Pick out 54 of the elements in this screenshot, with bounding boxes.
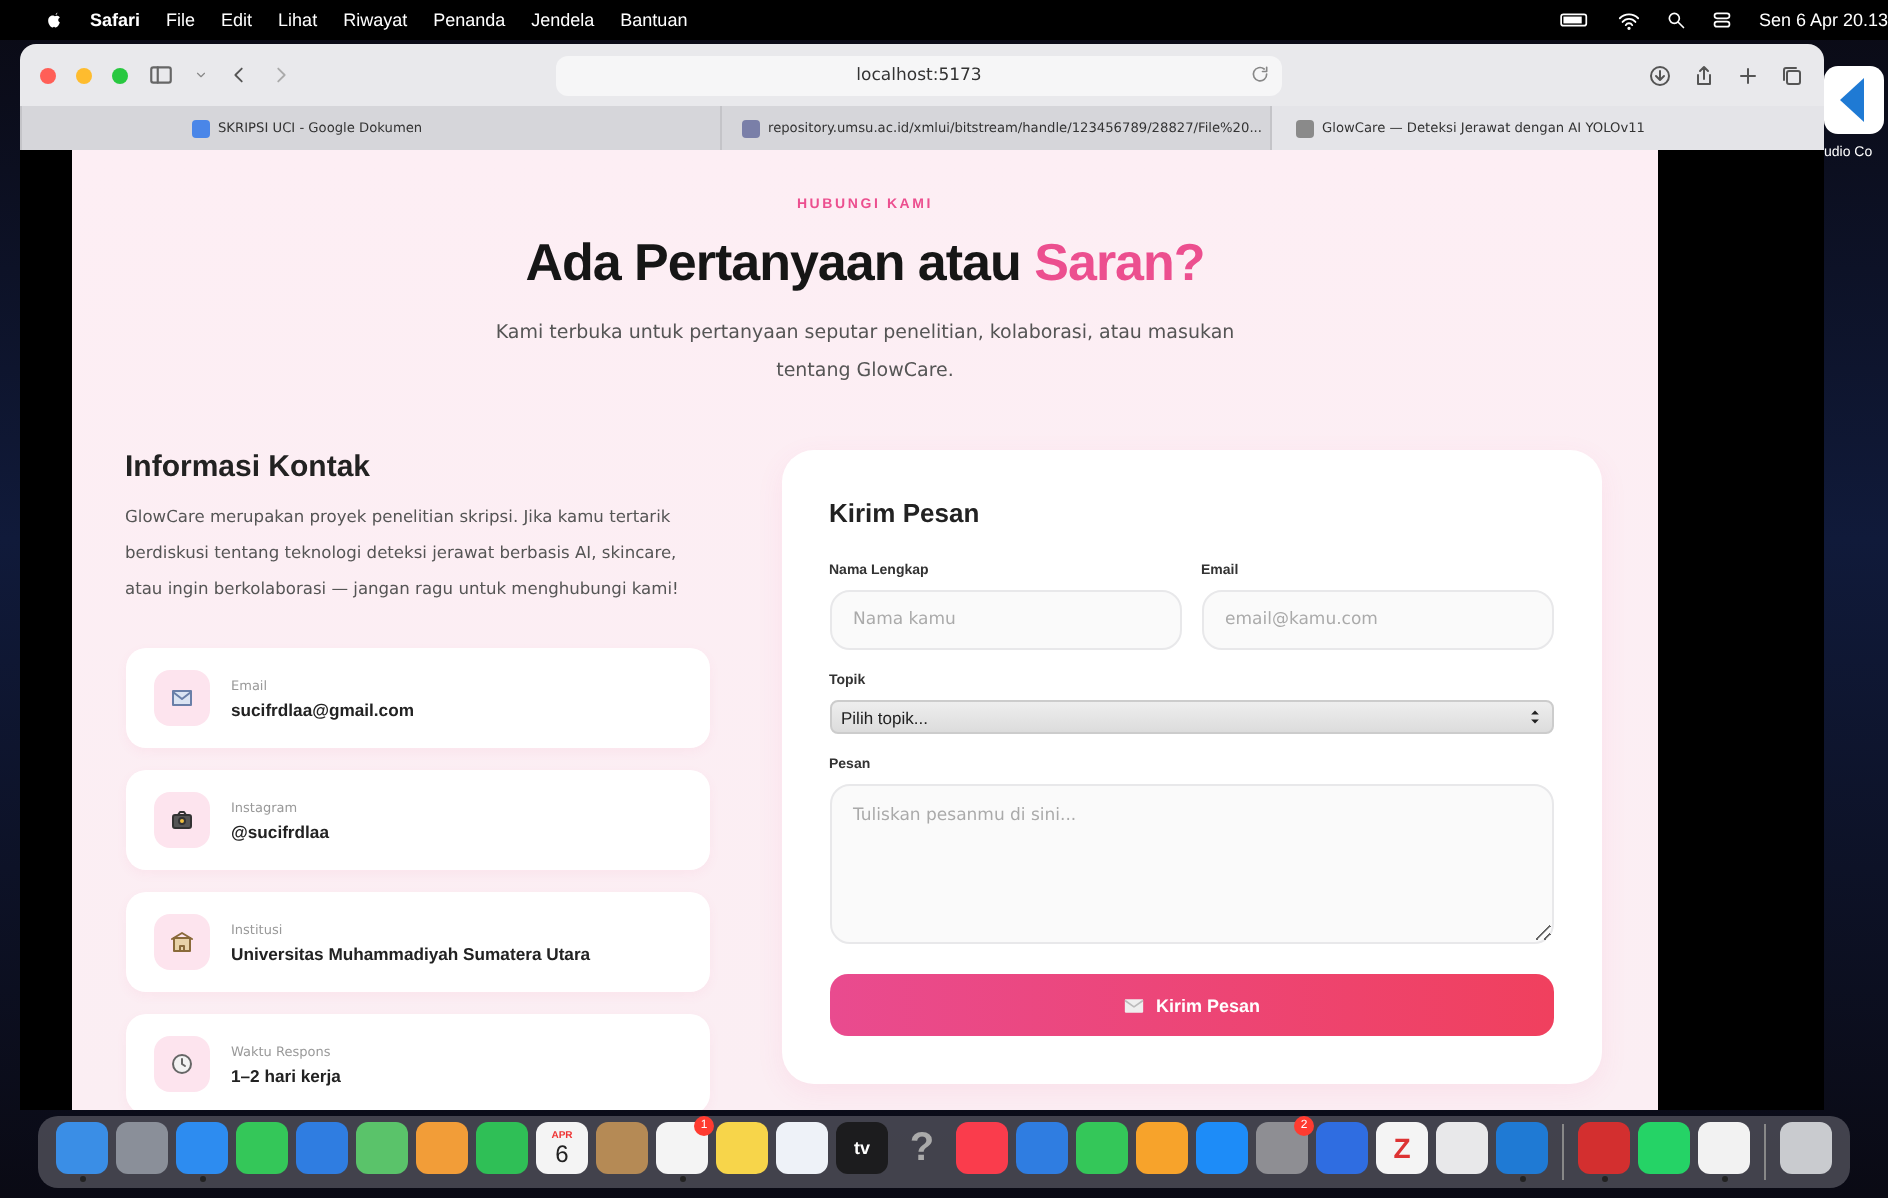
name-input[interactable]: Nama kamu — [829, 590, 1181, 650]
chevron-down-icon[interactable] — [194, 68, 208, 82]
page-subtitle: Kami terbuka untuk pertanyaan seputar penelitian, kolaborasi, atau masukan tentang GlowCare. — [495, 320, 1235, 386]
app-icon[interactable] — [1698, 1122, 1750, 1174]
envelope-icon — [169, 686, 193, 710]
apple-icon[interactable] — [44, 10, 64, 30]
menu-item[interactable]: Edit — [221, 10, 253, 30]
wifi-icon[interactable] — [1618, 9, 1641, 31]
clock-icon — [169, 1052, 193, 1076]
menu-item[interactable]: Bantuan — [620, 10, 688, 30]
plus-icon[interactable] — [1736, 63, 1760, 87]
calendar-day: 6 — [555, 1141, 569, 1165]
reload-icon[interactable] — [1250, 63, 1270, 83]
app-icon[interactable] — [716, 1122, 768, 1174]
menu-item[interactable]: Jendela — [531, 10, 595, 30]
email-input[interactable]: email@kamu.com — [1201, 590, 1553, 650]
app-icon[interactable] — [776, 1122, 828, 1174]
contact-value: 1–2 hari kerja — [231, 1065, 341, 1085]
topic-select[interactable]: Pilih topik... — [829, 700, 1553, 734]
app-menu[interactable]: Safari — [90, 10, 141, 30]
page-heading: Ada Pertanyaan atau Saran? — [525, 232, 1205, 294]
submit-button[interactable]: Kirim Pesan — [829, 974, 1553, 1036]
close-button[interactable] — [40, 67, 56, 83]
menu-item[interactable]: File — [166, 10, 196, 30]
menu-bar-clock[interactable]: Sen 6 Apr 20.13 — [1758, 10, 1888, 30]
app-icon[interactable] — [1436, 1122, 1488, 1174]
app-icon[interactable]: ? — [896, 1122, 948, 1174]
building-icon — [169, 930, 193, 954]
app-icon[interactable]: Z — [1376, 1122, 1428, 1174]
app-icon[interactable] — [1824, 66, 1884, 134]
address-bar[interactable]: localhost:5173 — [556, 55, 1282, 95]
contact-value: sucifrdlaa@gmail.com — [231, 699, 414, 719]
envelope-icon — [1121, 995, 1146, 1015]
menu-item[interactable]: Penanda — [433, 10, 506, 30]
app-icon[interactable] — [656, 1122, 708, 1174]
form-title: Kirim Pesan — [829, 498, 982, 528]
control-center-icon[interactable] — [1712, 10, 1733, 30]
menu-item[interactable]: Riwayat — [343, 10, 408, 30]
contact-value: Universitas Muhammadiyah Sumatera Utara — [231, 943, 591, 963]
info-paragraph: GlowCare merupakan proyek penelitian skripsi. Jika kamu tertarik berdiskusi tentang teknologi deteksi jerawat berbasis AI, skincare, atau ingin berkolaborasi — jangan ragu untuk menghubungi kami! — [125, 504, 681, 602]
app-icon[interactable]: tv — [836, 1122, 888, 1174]
contact-value: @sucifrdlaa — [231, 821, 329, 841]
app-icon[interactable] — [1780, 1122, 1832, 1174]
camera-icon — [169, 808, 193, 832]
message-input[interactable]: Tuliskan pesanmu di sini... — [829, 784, 1553, 944]
updown-icon[interactable] — [1527, 708, 1541, 726]
battery-icon[interactable] — [1560, 10, 1593, 30]
search-icon[interactable] — [1666, 10, 1687, 30]
download-icon[interactable] — [1648, 63, 1672, 87]
menu-item[interactable]: Lihat — [278, 10, 318, 30]
tab-overview-icon[interactable] — [1780, 63, 1804, 87]
section-title: Informasi Kontak — [125, 450, 373, 484]
sidebar-icon[interactable] — [148, 62, 174, 88]
share-icon[interactable] — [1692, 63, 1716, 87]
